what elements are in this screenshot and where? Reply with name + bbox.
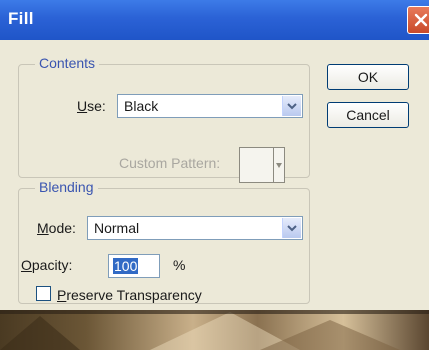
blending-legend: Blending bbox=[35, 179, 98, 195]
contents-group: Contents Use: Black Custom Pattern: bbox=[18, 55, 310, 183]
close-icon bbox=[414, 13, 428, 27]
contents-legend: Contents bbox=[35, 55, 100, 71]
close-button[interactable] bbox=[407, 6, 429, 34]
opacity-value: 100 bbox=[113, 258, 139, 274]
preserve-transparency-label: Preserve Transparency bbox=[57, 287, 202, 303]
blending-group: Blending Mode: Normal Opacity: % Preserv… bbox=[18, 179, 310, 304]
mode-dropdown[interactable]: Normal bbox=[87, 216, 303, 240]
pattern-picker-arrow[interactable] bbox=[273, 148, 284, 182]
use-value: Black bbox=[124, 98, 159, 114]
use-label: Use: bbox=[77, 98, 106, 114]
preserve-transparency-checkbox[interactable] bbox=[36, 286, 51, 301]
title-bar[interactable]: Fill bbox=[0, 0, 429, 40]
custom-pattern-picker[interactable] bbox=[239, 147, 285, 183]
custom-pattern-label: Custom Pattern: bbox=[119, 155, 221, 171]
opacity-label: Opacity: bbox=[21, 257, 73, 273]
opacity-field[interactable]: 100 bbox=[108, 254, 160, 278]
fill-dialog: Contents Use: Black Custom Pattern: Blen… bbox=[0, 40, 429, 310]
ok-button[interactable]: OK bbox=[327, 64, 409, 90]
chevron-down-icon bbox=[276, 162, 282, 168]
window-title: Fill bbox=[8, 9, 34, 28]
chevron-down-icon bbox=[287, 102, 297, 109]
opacity-unit: % bbox=[173, 257, 186, 273]
use-dropdown[interactable]: Black bbox=[117, 94, 303, 118]
background-photo bbox=[0, 310, 429, 350]
mode-value: Normal bbox=[94, 220, 140, 236]
cancel-button[interactable]: Cancel bbox=[327, 102, 409, 128]
chevron-down-icon bbox=[287, 224, 297, 231]
mode-dropdown-arrow[interactable] bbox=[282, 218, 301, 238]
use-dropdown-arrow[interactable] bbox=[282, 96, 301, 116]
mode-label: Mode: bbox=[37, 220, 76, 236]
